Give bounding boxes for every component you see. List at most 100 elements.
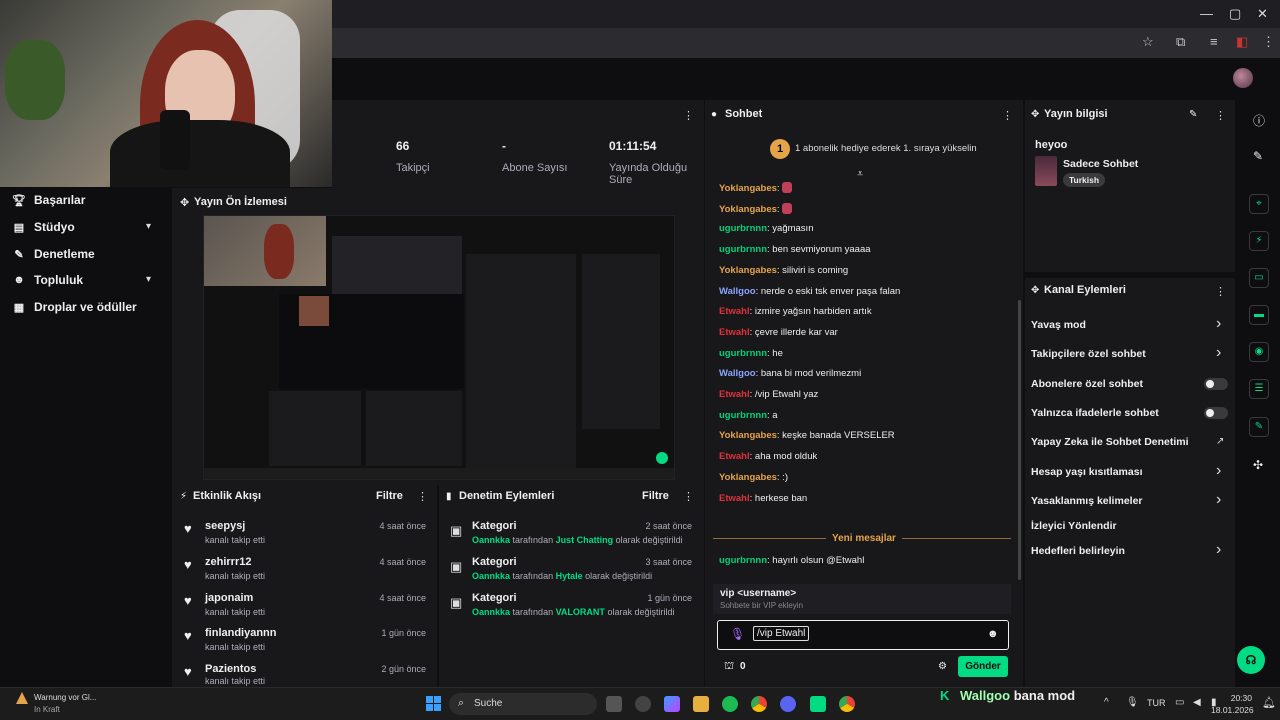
chrome-icon[interactable] [751,696,767,712]
settings-icon[interactable]: ⚙ [938,661,947,672]
task-view-icon[interactable] [606,696,622,712]
activity-more-icon[interactable]: ⋮ [417,490,428,503]
chat-username[interactable]: Wallgoo [719,368,756,379]
sidebar-item-studio[interactable]: ▤ Stüdyo [12,220,75,234]
sidebar-item-moderation[interactable]: ✎ Denetleme [12,247,94,261]
taskbar-search[interactable] [449,693,597,715]
chat-username[interactable]: Yoklangabes [719,183,777,194]
copilot-icon[interactable] [664,696,680,712]
help-icon[interactable]: ☊ [1237,646,1265,674]
external-link-icon[interactable]: ↗ [1216,436,1224,447]
chat-username[interactable]: ugurbrnnn [719,348,767,359]
stream-info-more-icon[interactable]: ⋮ [1215,109,1226,122]
minimize-icon[interactable]: — [1200,6,1213,21]
broadcast-icon[interactable]: ◉ [1249,342,1269,362]
activity-item-name[interactable]: japonaim [205,592,253,604]
chat-username[interactable]: ugurbrnnn [719,223,767,234]
edit-icon[interactable]: ✎ [1189,109,1197,120]
tag-badge[interactable]: Turkish [1063,173,1106,187]
profile-icon[interactable]: ◧ [1236,34,1248,50]
collapse-icon[interactable]: ⩡ [857,168,863,181]
channel-action-item[interactable]: Yapay Zeka ile Sohbet Denetimi [1031,436,1189,448]
folder-icon[interactable] [693,696,709,712]
chat-scrollbar[interactable] [1018,300,1021,580]
channel-action-item[interactable]: Abonelere özel sohbet [1031,378,1143,390]
pencil-icon[interactable]: ✎ [1253,149,1263,163]
emoji-icon[interactable]: ☻ [987,628,999,640]
notification-title[interactable]: Warnung vor Gl... [34,693,96,702]
chevron-right-icon[interactable]: › [1216,492,1221,508]
monitor-icon[interactable]: ▭ [1175,697,1184,708]
stream-preview-image[interactable] [203,215,675,480]
windows-start-icon[interactable] [426,696,441,711]
activity-item-name[interactable]: finlandiyannn [205,627,277,639]
activity-item-name[interactable]: seepysj [205,520,245,532]
close-icon[interactable]: ✕ [1257,6,1268,22]
chat-username[interactable]: Etwahl [719,493,750,504]
channel-actions-more-icon[interactable]: ⋮ [1215,285,1226,298]
channel-action-item[interactable]: Yalnızca ifadelerle sohbet [1031,407,1159,419]
chevron-up-icon[interactable]: ^ [1104,697,1109,708]
channel-points-icon[interactable]: ⛫ [724,660,734,674]
hype-text[interactable]: 1 abonelik hediye ederek 1. sıraya yükse… [795,143,977,154]
maximize-icon[interactable]: ▢ [1229,6,1241,22]
info-icon[interactable]: ⓘ [1253,112,1265,129]
focus-icon[interactable]: ⌖ [1249,194,1269,214]
activity-item-name[interactable]: Pazientos [205,663,256,675]
chat-username[interactable]: Yoklangabes [719,204,777,215]
spotify-icon[interactable] [722,696,738,712]
stats-more-icon[interactable]: ⋮ [683,109,694,122]
extensions-icon[interactable]: ⧉ [1176,34,1185,50]
chat-username[interactable]: ugurbrnnn [719,410,767,421]
wrench-icon[interactable]: ✎ [1249,417,1269,437]
chat-username[interactable]: Yoklangabes [719,265,777,276]
chevron-right-icon[interactable]: › [1216,463,1221,479]
language-indicator[interactable]: TUR [1147,698,1166,708]
moderation-filter-button[interactable]: Filtre [642,490,669,502]
activity-item-name[interactable]: zehirrr12 [205,556,251,568]
discord-icon[interactable] [780,696,796,712]
send-button[interactable]: Gönder [958,656,1008,677]
kick-icon[interactable] [810,696,826,712]
chevron-down-icon[interactable]: ▾ [146,274,151,285]
lightning-icon[interactable]: ⚡︎ [1249,231,1269,251]
sidebar-item-community[interactable]: ☻ Topluluk [12,273,83,287]
channel-action-item[interactable]: Yavaş mod [1031,319,1086,331]
chat-username[interactable]: Etwahl [719,451,750,462]
chevron-right-icon[interactable]: › [1216,542,1221,558]
moderation-more-icon[interactable]: ⋮ [683,490,694,503]
stream-category[interactable]: Sadece Sohbet [1063,158,1138,170]
address-bar[interactable] [332,28,1280,58]
activity-filter-button[interactable]: Filtre [376,490,403,502]
channel-action-item[interactable]: Takipçilere özel sohbet [1031,348,1146,360]
chat-username[interactable]: Yoklangabes [719,472,777,483]
chat-username[interactable]: ugurbrnnn [719,244,767,255]
layout-icon[interactable]: ☰ [1249,379,1269,399]
avatar[interactable] [1233,68,1253,88]
channel-action-item[interactable]: Yasaklanmış kelimeler [1031,495,1143,507]
chevron-down-icon[interactable]: ▾ [146,221,151,232]
clock-date[interactable]: 18.01.2026 [1211,705,1254,715]
channel-action-item[interactable]: İzleyici Yönlendir [1031,520,1117,532]
message-icon[interactable]: ▬ [1249,305,1269,325]
chat-input[interactable]: /vip Etwahl [753,626,810,641]
notification-bell-icon[interactable]: 🔔︎ [1262,696,1276,709]
apps-icon[interactable]: ✣ [1253,458,1263,472]
toggle-switch[interactable] [1204,378,1228,390]
sidebar-item-drops[interactable]: ▦ Droplar ve ödüller [12,300,137,314]
channel-action-item[interactable]: Hesap yaşı kısıtlaması [1031,466,1143,478]
toggle-switch[interactable] [1204,407,1228,419]
chevron-right-icon[interactable]: › [1216,316,1221,332]
microphone-icon[interactable]: 🎙︎ [730,627,745,641]
chat-username[interactable]: Etwahl [719,389,750,400]
chrome-active-icon[interactable] [839,696,855,712]
volume-icon[interactable]: ◀︎ [1193,697,1201,708]
chat-username[interactable]: Etwahl [719,327,750,338]
mic-tray-icon[interactable]: 🎙︎ [1126,697,1139,708]
clock-time[interactable]: 20:30 [1230,693,1252,703]
chat-username[interactable]: Etwahl [719,306,750,317]
more-icon[interactable]: ⋮ [1262,34,1275,50]
chat-username[interactable]: Yoklangabes [719,430,777,441]
channel-action-item[interactable]: Hedefleri belirleyin [1031,545,1125,557]
power-icon[interactable] [635,696,651,712]
